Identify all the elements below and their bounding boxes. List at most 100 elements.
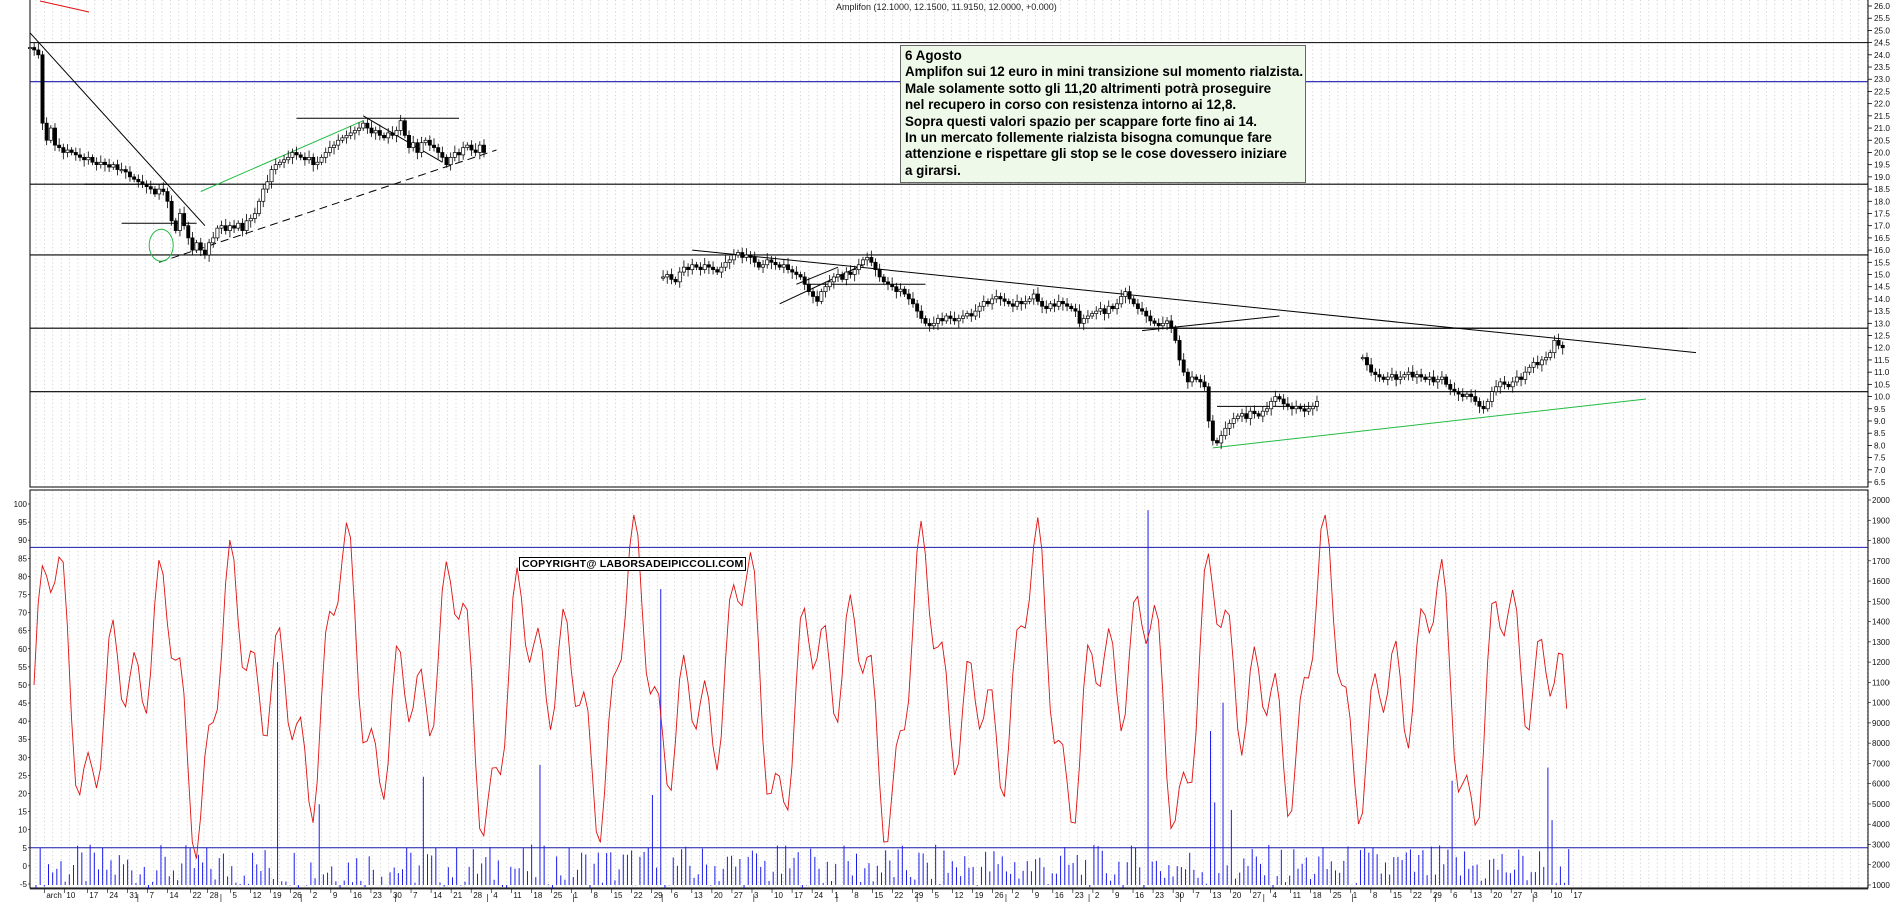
candle-body — [1177, 340, 1182, 361]
candle-body — [936, 318, 940, 324]
candle-body — [423, 139, 428, 144]
candle-body — [1040, 301, 1045, 307]
candle-body — [290, 152, 295, 158]
x-tick-label: 25 — [1333, 891, 1342, 900]
candle-body — [407, 135, 411, 148]
candle-body — [307, 156, 312, 161]
candle-body — [182, 213, 187, 227]
oscillator-tick-label: 60 — [18, 645, 27, 654]
price-tick-label: 20.5 — [1874, 136, 1890, 145]
candle-body — [469, 144, 474, 151]
candle-body — [1377, 374, 1382, 378]
x-tick-label: 7 — [1195, 891, 1200, 900]
annotation-line: attenzione e rispettare gli stop se le c… — [905, 146, 1287, 162]
candle-body — [1002, 298, 1007, 302]
candle-body — [961, 315, 965, 319]
candle-body — [1227, 423, 1232, 429]
x-tick-label: 27 — [734, 891, 743, 900]
candle-body — [1094, 310, 1099, 314]
x-tick-label: 17 — [1573, 891, 1582, 900]
candle-body — [198, 242, 203, 251]
x-tick-label: 9 — [1035, 891, 1040, 900]
candle-body — [1256, 413, 1261, 417]
candle-body — [1077, 310, 1082, 324]
candle-body — [1464, 393, 1469, 397]
copyright-label: COPYRIGHT@ LABORSADEIPICCOLI.COM — [519, 557, 747, 571]
oscillator-tick-label: 80 — [18, 572, 27, 581]
candle-body — [811, 291, 815, 297]
candle-body — [482, 144, 486, 153]
oscillator-tick-label: 70 — [18, 609, 27, 618]
x-tick-label: 18 — [533, 891, 542, 900]
candle-body — [286, 156, 291, 161]
candle-body — [1052, 303, 1057, 307]
oscillator-tick-label: 95 — [18, 518, 27, 527]
x-tick-label: 10 — [66, 891, 75, 900]
price-tick-label: 11.0 — [1874, 368, 1890, 377]
x-tick-label: 13 — [1473, 891, 1482, 900]
x-tick-label: 19 — [975, 891, 984, 900]
candle-body — [1481, 405, 1486, 410]
candle-body — [302, 156, 307, 161]
candle-body — [1240, 413, 1244, 417]
candle-body — [1235, 415, 1240, 419]
candle-body — [1173, 327, 1178, 341]
candle-body — [61, 147, 66, 153]
candle-body — [1456, 391, 1461, 395]
candle-body — [432, 144, 436, 148]
candle-body — [677, 271, 682, 283]
candle-body — [1315, 401, 1319, 407]
price-tick-label: 7.0 — [1874, 466, 1886, 475]
x-tick-label: 6 — [674, 891, 679, 900]
candle-body — [194, 242, 199, 251]
candle-body — [1523, 371, 1528, 380]
candle-body — [752, 257, 757, 263]
x-tick-label: 6 — [1453, 891, 1458, 900]
candle-body — [1260, 410, 1265, 417]
candle-body — [248, 218, 253, 222]
x-tick-label: 11 — [513, 891, 522, 900]
candle-body — [390, 132, 395, 136]
candle-body — [877, 269, 882, 278]
candle-body — [223, 225, 228, 231]
oscillator-tick-label: -5 — [20, 880, 28, 889]
candle-body — [1527, 366, 1532, 373]
oscillator-tick-label: 85 — [18, 554, 27, 563]
candle-body — [144, 183, 149, 187]
volume-bars — [35, 510, 1570, 890]
x-tick-label: 28 — [210, 891, 219, 900]
candle-body — [419, 142, 424, 153]
candle-body — [836, 274, 840, 278]
candle-body — [927, 322, 932, 327]
candle-body — [802, 276, 807, 285]
candle-body — [107, 164, 112, 168]
candle-body — [186, 225, 191, 239]
candle-body — [369, 127, 374, 134]
candle-body — [461, 147, 466, 156]
candle-body — [1294, 405, 1299, 410]
x-tick-label: 3 — [754, 891, 759, 900]
x-tick-label: 17 — [794, 891, 803, 900]
candle-body — [923, 318, 928, 324]
candle-body — [40, 54, 45, 124]
candle-body — [686, 266, 691, 270]
candle-body — [1223, 427, 1228, 436]
candle-body — [315, 161, 320, 166]
candle-body — [1531, 362, 1536, 368]
candle-body — [1031, 293, 1036, 300]
price-tick-label: 15.5 — [1874, 258, 1890, 267]
candle-body — [981, 301, 986, 307]
candle-body — [990, 298, 995, 305]
candle-body — [952, 318, 957, 322]
volume-tick-label: 1000 — [1872, 881, 1890, 890]
candle-body — [940, 318, 945, 322]
candle-body — [1369, 364, 1374, 373]
candle-body — [848, 271, 853, 275]
oscillator-tick-label: 50 — [18, 681, 27, 690]
price-tick-label: 21.5 — [1874, 112, 1890, 121]
candle-body — [1194, 376, 1199, 380]
oscillator-tick-label: 20 — [18, 790, 27, 799]
x-tick-label: 24 — [109, 891, 118, 900]
candle-body — [132, 176, 137, 180]
candle-body — [769, 259, 774, 263]
